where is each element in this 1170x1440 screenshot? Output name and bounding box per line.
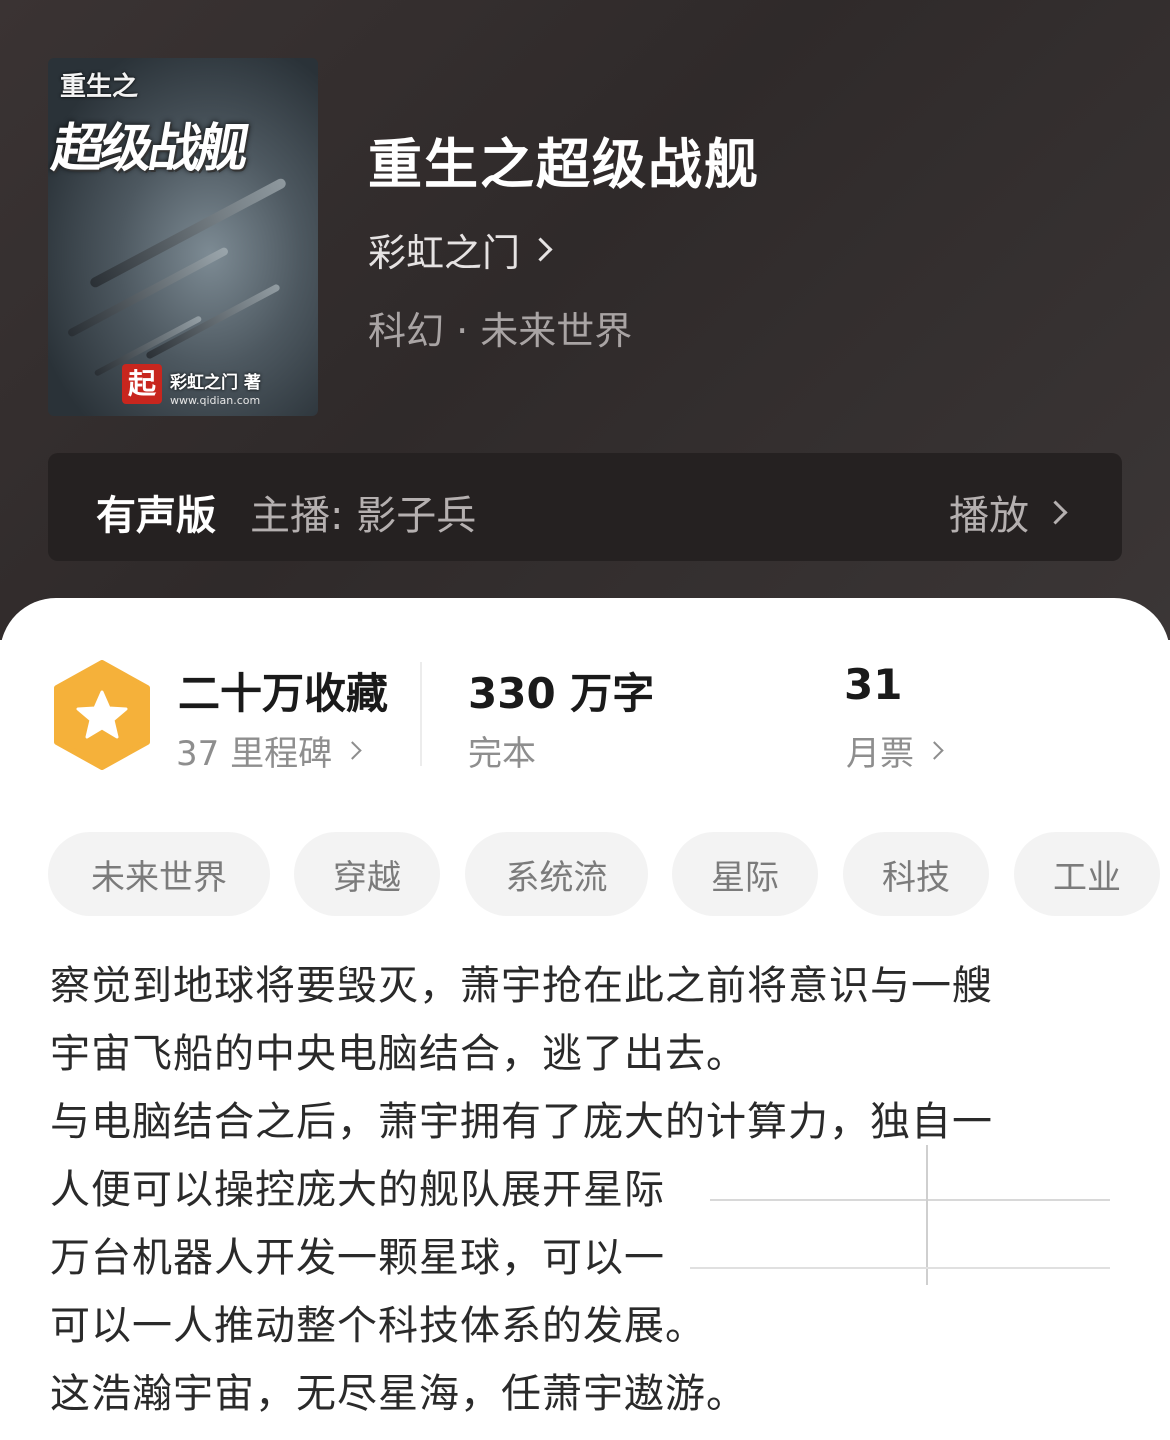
publisher-logo: 起 — [122, 364, 162, 404]
chevron-right-icon — [925, 741, 944, 760]
tag-chip[interactable]: 未来世界 — [48, 832, 270, 916]
tag-chip[interactable]: 系统流 — [465, 832, 648, 916]
word-count: 330 万字 — [468, 669, 655, 718]
chevron-right-icon — [343, 741, 362, 760]
description-line: 这浩瀚宇宙，无尽星海，任萧宇遨游。 — [50, 1371, 747, 1417]
book-header: 重生之 超级战舰 起 彩虹之门 著 www.qidian.com 重生之超级战舰… — [0, 0, 1170, 640]
cover-big-title: 超级战舰 — [48, 119, 251, 179]
monthly-tickets-link[interactable]: 月票 — [846, 726, 944, 775]
tag-chip[interactable]: 工业 — [1014, 832, 1160, 916]
author-link[interactable]: 彩虹之门 — [368, 222, 553, 277]
text-selection-overlay — [690, 1145, 1120, 1295]
description-line: 察觉到地球将要毁灭，萧宇抢在此之前将意识与一艘 — [50, 963, 993, 1009]
completion-status: 完本 — [468, 726, 536, 775]
author-name: 彩虹之门 — [368, 231, 521, 275]
book-cover[interactable]: 重生之 超级战舰 起 彩虹之门 著 www.qidian.com — [48, 58, 318, 416]
cover-author: 彩虹之门 著 — [170, 373, 261, 393]
favorites-badge-icon — [54, 660, 150, 770]
tag-chip[interactable]: 科技 — [843, 832, 989, 916]
cover-url: www.qidian.com — [170, 394, 261, 407]
chevron-right-icon — [528, 237, 553, 262]
audiobook-host: 主播: 影子兵 — [250, 493, 477, 539]
description-line: 可以一人推动整个科技体系的发展。 — [50, 1303, 706, 1349]
description-line: 宇宙飞船的中央电脑结合，逃了出去。 — [50, 1031, 747, 1077]
monthly-tickets-label: 月票 — [846, 734, 914, 774]
tag-chip[interactable]: 星际 — [672, 832, 818, 916]
stat-divider — [420, 662, 422, 766]
book-title: 重生之超级战舰 — [368, 133, 760, 196]
chevron-right-icon — [1043, 499, 1068, 525]
audiobook-bar[interactable]: 有声版 主播: 影子兵 播放 — [48, 453, 1122, 561]
tag-chip[interactable]: 穿越 — [294, 832, 440, 916]
audiobook-label: 有声版 — [96, 493, 216, 539]
completion-status-label: 完本 — [468, 734, 536, 774]
monthly-tickets-count: 31 — [844, 660, 903, 709]
cover-small-title: 重生之 — [60, 72, 139, 102]
tag-list: 未来世界 穿越 系统流 星际 科技 工业 — [48, 832, 1170, 916]
favorites-count: 二十万收藏 — [178, 669, 389, 718]
milestones-link[interactable]: 37 里程碑 — [176, 726, 362, 775]
play-label: 播放 — [949, 493, 1029, 539]
milestones-label: 37 里程碑 — [176, 734, 333, 774]
book-genre: 科幻 · 未来世界 — [368, 309, 633, 353]
play-button[interactable]: 播放 — [949, 483, 1068, 541]
